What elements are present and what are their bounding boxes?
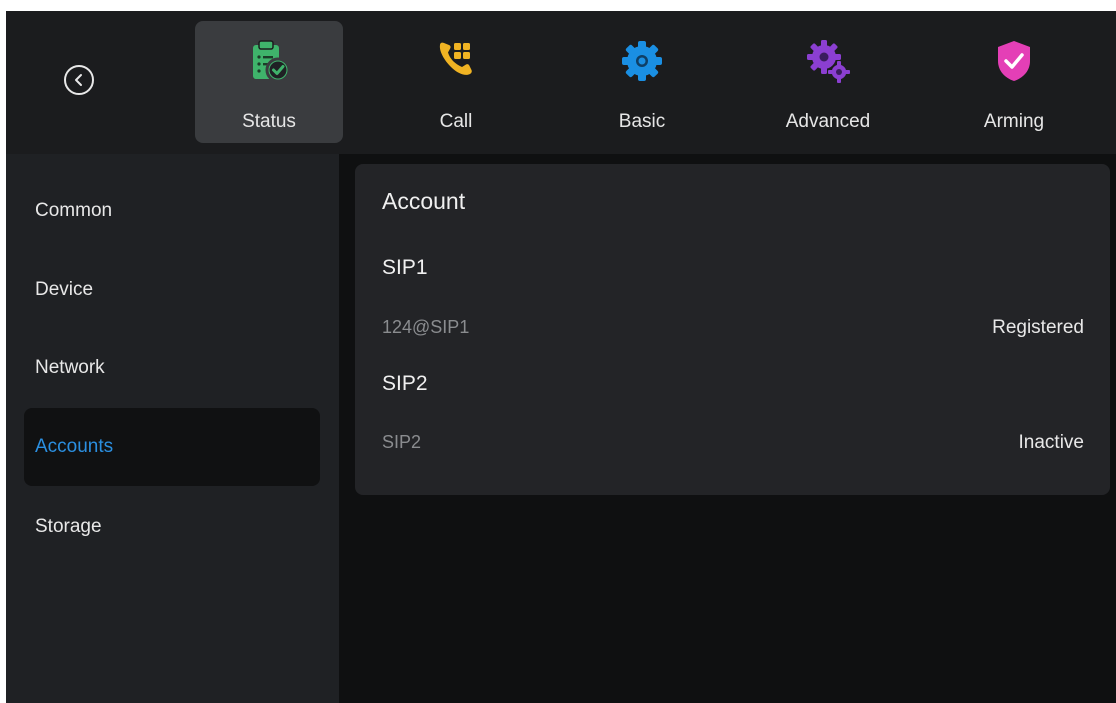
sip1-heading: SIP1 [382, 256, 428, 279]
settings-screen: Status Call Basic Advanced Arming Common… [6, 11, 1116, 703]
top-navigation: Status Call Basic Advanced Arming [6, 11, 1116, 154]
sidebar-item-label: Device [35, 279, 94, 300]
sidebar-item-label: Storage [35, 516, 102, 537]
card-title: Account [382, 188, 466, 214]
sip1-status: Registered [992, 317, 1084, 338]
sidebar-item-network[interactable]: Network [24, 329, 320, 407]
tab-label: Basic [618, 111, 666, 132]
sip2-account-name: SIP2 [382, 432, 422, 452]
phone-grid-icon [439, 42, 472, 75]
tab-call[interactable]: Call [382, 21, 530, 143]
sidebar-item-label: Network [35, 357, 105, 378]
sip2-heading: SIP2 [382, 372, 428, 395]
sidebar-item-label: Accounts [35, 436, 114, 457]
sip1-account-name: 124@SIP1 [382, 317, 470, 337]
clipboard-check-icon [253, 40, 291, 83]
sidebar-item-label: Common [35, 200, 113, 221]
gear-icon [622, 41, 662, 81]
tab-arming[interactable]: Arming [940, 21, 1088, 143]
tab-advanced[interactable]: Advanced [754, 21, 902, 143]
sidebar-item-accounts[interactable]: Accounts [24, 408, 320, 486]
sidebar: Common Device Network Accounts Storage [6, 154, 339, 703]
sidebar-item-device[interactable]: Device [24, 251, 320, 329]
back-button[interactable] [64, 65, 94, 95]
gears-icon [807, 40, 850, 83]
tab-basic[interactable]: Basic [568, 21, 716, 143]
chevron-left-icon [75, 74, 82, 86]
tab-label: Call [439, 111, 473, 132]
tab-label: Status [242, 111, 296, 132]
account-card: Account SIP1 124@SIP1 Registered SIP2 SI… [355, 164, 1110, 495]
tab-status[interactable]: Status [195, 21, 343, 143]
sidebar-item-storage[interactable]: Storage [24, 488, 320, 566]
sip2-status: Inactive [1018, 432, 1084, 453]
sidebar-item-common[interactable]: Common [24, 172, 320, 250]
tab-label: Advanced [785, 111, 871, 132]
tab-label: Arming [983, 111, 1045, 132]
shield-check-icon [998, 41, 1030, 81]
